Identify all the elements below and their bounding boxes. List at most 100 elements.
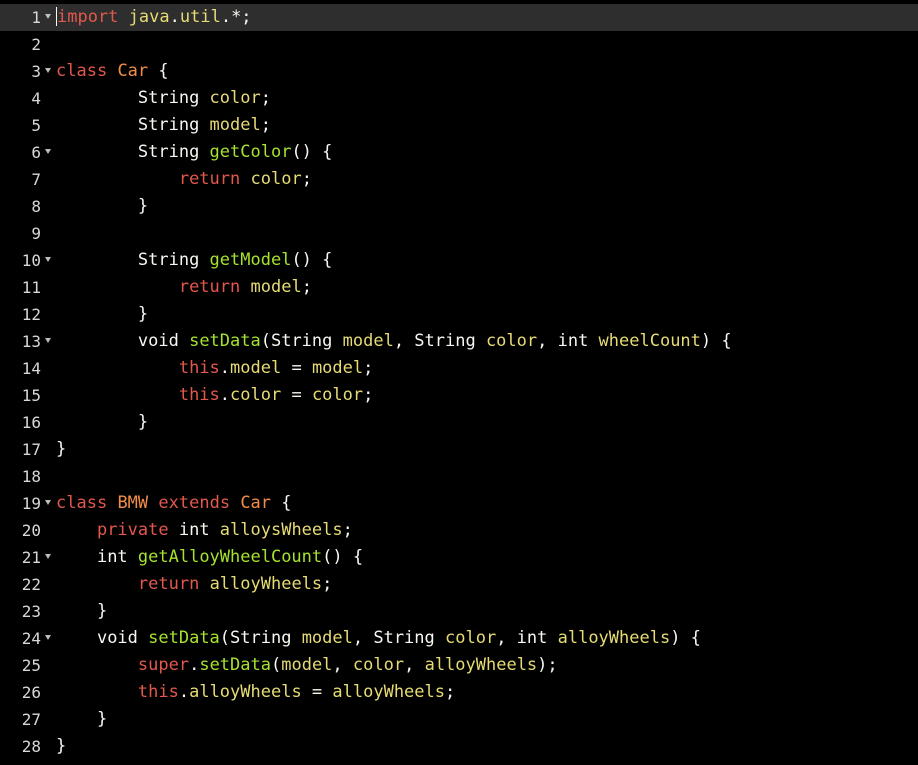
code-line[interactable]: 25 super.setData(model, color, alloyWhee… <box>0 652 918 679</box>
code-line[interactable]: 19 class BMW extends Car { <box>0 490 918 517</box>
fold-triangle-icon[interactable] <box>45 500 51 505</box>
line-number: 22 <box>21 575 41 594</box>
gutter: 6 <box>0 139 56 166</box>
code-content: import java.util.*; <box>56 4 252 31</box>
code-line[interactable]: 11 return model; <box>0 274 918 301</box>
code-line[interactable]: 15 this.color = color; <box>0 382 918 409</box>
code-line[interactable]: 26 this.alloyWheels = alloyWheels; <box>0 679 918 706</box>
line-number: 8 <box>31 197 41 216</box>
fold-triangle-icon[interactable] <box>45 68 51 73</box>
code-content: int getAlloyWheelCount() { <box>56 544 363 571</box>
code-token: ; <box>260 88 271 108</box>
code-line[interactable]: 24 void setData(String model, String col… <box>0 625 918 652</box>
code-content: } <box>56 409 148 436</box>
code-content: String getModel() { <box>56 247 333 274</box>
code-line[interactable]: 1 import java.util.*; <box>0 4 918 31</box>
code-token: void <box>96 628 149 648</box>
code-line[interactable]: 17} <box>0 436 918 463</box>
code-line[interactable]: 20 private int alloysWheels; <box>0 517 918 544</box>
code-editor[interactable]: 1 import java.util.*; 2 3 class Car {4 Strin… <box>0 0 918 765</box>
code-line[interactable]: 12 } <box>0 301 918 328</box>
code-token: BMW <box>117 493 149 513</box>
code-content: class Car { <box>56 58 169 85</box>
code-content: String model; <box>56 112 271 139</box>
code-token: , String <box>393 331 486 351</box>
line-number: 9 <box>31 224 41 243</box>
code-token: alloyWheels <box>332 682 445 702</box>
code-content: } <box>56 193 148 220</box>
code-line[interactable]: 8 } <box>0 193 918 220</box>
gutter: 21 <box>0 544 56 571</box>
code-token: private <box>96 520 169 540</box>
code-token: ; <box>301 169 312 189</box>
code-content: } <box>56 598 107 625</box>
gutter: 10 <box>0 247 56 274</box>
code-line[interactable]: 21 int getAlloyWheelCount() { <box>0 544 918 571</box>
code-token: model <box>250 277 302 297</box>
gutter: 22 <box>0 571 56 598</box>
code-token: . <box>178 682 190 702</box>
code-line[interactable]: 9 <box>0 220 918 247</box>
code-token: . <box>219 358 231 378</box>
code-line[interactable]: 22 return alloyWheels; <box>0 571 918 598</box>
code-line[interactable]: 10 String getModel() { <box>0 247 918 274</box>
gutter: 26 <box>0 679 56 706</box>
code-token: getColor <box>209 142 292 162</box>
code-content: class BMW extends Car { <box>56 490 292 517</box>
code-content: this.color = color; <box>56 382 374 409</box>
code-line[interactable]: 4 String color; <box>0 85 918 112</box>
code-line[interactable]: 18 <box>0 463 918 490</box>
code-line[interactable]: 7 return color; <box>0 166 918 193</box>
code-content: return alloyWheels; <box>56 571 333 598</box>
fold-triangle-icon[interactable] <box>45 149 51 154</box>
code-token: model <box>311 358 364 378</box>
code-token: ( <box>270 655 282 675</box>
code-line[interactable]: 14 this.model = model; <box>0 355 918 382</box>
fold-triangle-icon[interactable] <box>45 635 51 640</box>
code-content: String color; <box>56 85 271 112</box>
code-line[interactable]: 2 <box>0 31 918 58</box>
code-token: () { <box>291 142 333 162</box>
code-token: int <box>96 547 138 567</box>
code-line[interactable]: 13 void setData(String model, String col… <box>0 328 918 355</box>
code-token: util <box>179 7 221 27</box>
code-token: (String <box>260 331 343 351</box>
line-number: 26 <box>21 683 41 702</box>
code-content: this.model = model; <box>56 355 374 382</box>
code-token: alloysWheels <box>219 520 343 540</box>
gutter: 1 <box>0 4 56 31</box>
gutter: 28 <box>0 733 56 760</box>
code-token: alloyWheels <box>424 655 538 675</box>
fold-triangle-icon[interactable] <box>45 554 51 559</box>
code-line[interactable]: 3 class Car { <box>0 58 918 85</box>
code-token: model <box>209 115 261 135</box>
code-token: } <box>137 196 149 216</box>
code-line[interactable]: 5 String model; <box>0 112 918 139</box>
code-line[interactable]: 23 } <box>0 598 918 625</box>
fold-triangle-icon[interactable] <box>45 14 51 19</box>
code-line[interactable]: 27 } <box>0 706 918 733</box>
code-line[interactable]: 6 String getColor() { <box>0 139 918 166</box>
code-token: class <box>56 493 108 513</box>
gutter: 12 <box>0 301 56 328</box>
code-line[interactable]: 16 } <box>0 409 918 436</box>
code-token: ; <box>363 358 374 378</box>
fold-triangle-icon[interactable] <box>45 338 51 343</box>
line-number: 5 <box>31 116 41 135</box>
code-token: color <box>485 331 538 351</box>
fold-triangle-icon[interactable] <box>45 257 51 262</box>
line-number: 2 <box>31 35 41 54</box>
code-line[interactable]: 28} <box>0 733 918 760</box>
